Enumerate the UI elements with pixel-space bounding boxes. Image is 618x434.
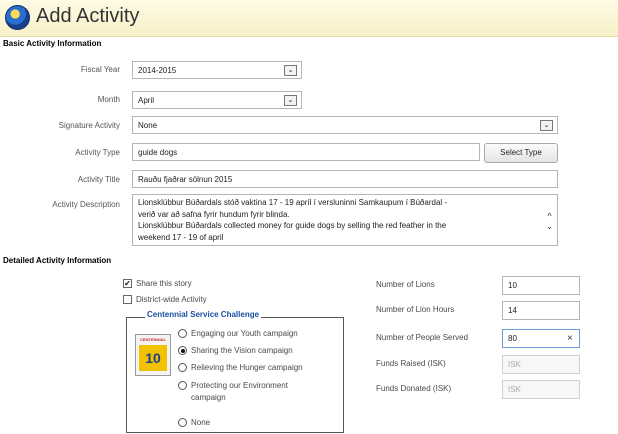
fiscal-year-label: Fiscal Year xyxy=(80,65,120,74)
signature-activity-select[interactable]: None ⌄ xyxy=(132,116,558,134)
textarea-scroll[interactable]: ^ ⌄ xyxy=(545,211,554,231)
district-wide-checkbox[interactable] xyxy=(123,295,132,304)
funds-raised-input[interactable]: ISK xyxy=(502,355,580,374)
basic-section-title: Basic Activity Information xyxy=(3,39,102,48)
lion-hours-input[interactable]: 14 xyxy=(502,301,580,320)
centennial-badge-icon: CENTENNIAL 10 xyxy=(135,334,171,376)
activity-type-input[interactable]: guide dogs xyxy=(132,143,480,161)
number-of-lions-label: Number of Lions xyxy=(376,280,435,289)
radio-none[interactable] xyxy=(178,418,187,427)
people-served-label: Number of People Served xyxy=(376,333,469,342)
radio-label-continued: campaign xyxy=(191,393,226,402)
share-story-label: Share this story xyxy=(136,279,192,288)
description-text: Lionsklúbbur Búðardals stóð vaktina 17 -… xyxy=(138,198,448,242)
radio-label: None xyxy=(191,418,211,427)
fiscal-year-select[interactable]: 2014-2015 ⌄ xyxy=(132,61,302,79)
scroll-down-icon[interactable]: ⌄ xyxy=(545,221,554,231)
lion-hours-label: Number of Lion Hours xyxy=(376,305,455,314)
radio-label: Protecting our Environment xyxy=(191,381,288,390)
funds-donated-input[interactable]: ISK xyxy=(502,380,580,399)
radio-label: Engaging our Youth campaign xyxy=(191,329,298,338)
month-label: Month xyxy=(97,95,120,104)
radio-sharing-vision[interactable] xyxy=(178,346,187,355)
radio-engaging-youth[interactable] xyxy=(178,329,187,338)
radio-protecting-environment[interactable] xyxy=(178,381,187,390)
chevron-down-icon[interactable]: ⌄ xyxy=(284,65,297,76)
share-story-checkbox[interactable]: ✔ xyxy=(123,279,132,288)
district-wide-label: District-wide Activity xyxy=(136,295,207,304)
scroll-up-icon[interactable]: ^ xyxy=(545,211,554,221)
radio-relieving-hunger[interactable] xyxy=(178,363,187,372)
signature-label: Signature Activity xyxy=(58,121,120,130)
number-of-lions-input[interactable]: 10 xyxy=(502,276,580,295)
people-served-input[interactable]: 80 × xyxy=(502,329,580,348)
funds-donated-label: Funds Donated (ISK) xyxy=(376,384,452,393)
clear-icon[interactable]: × xyxy=(567,333,573,344)
funds-raised-label: Funds Raised (ISK) xyxy=(376,359,446,368)
radio-label: Sharing the Vision campaign xyxy=(191,346,293,355)
radio-label: Relieving the Hunger campaign xyxy=(191,363,303,372)
activity-type-label: Activity Type xyxy=(75,148,120,157)
centennial-challenge-legend: Centennial Service Challenge xyxy=(145,310,262,319)
detailed-section-title: Detailed Activity Information xyxy=(3,256,112,265)
month-select[interactable]: April ⌄ xyxy=(132,91,302,109)
select-type-button[interactable]: Select Type xyxy=(484,143,558,163)
chevron-down-icon[interactable]: ⌄ xyxy=(284,95,297,106)
page-title: Add Activity xyxy=(36,5,140,27)
activity-description-label: Activity Description xyxy=(52,200,120,209)
activity-title-label: Activity Title xyxy=(77,175,120,184)
lions-logo-icon xyxy=(5,5,30,30)
activity-description-textarea[interactable]: Lionsklúbbur Búðardals stóð vaktina 17 -… xyxy=(132,194,558,246)
activity-title-input[interactable]: Rauðu fjaðrar sölnun 2015 xyxy=(132,170,558,188)
chevron-down-icon[interactable]: ⌄ xyxy=(540,120,553,131)
